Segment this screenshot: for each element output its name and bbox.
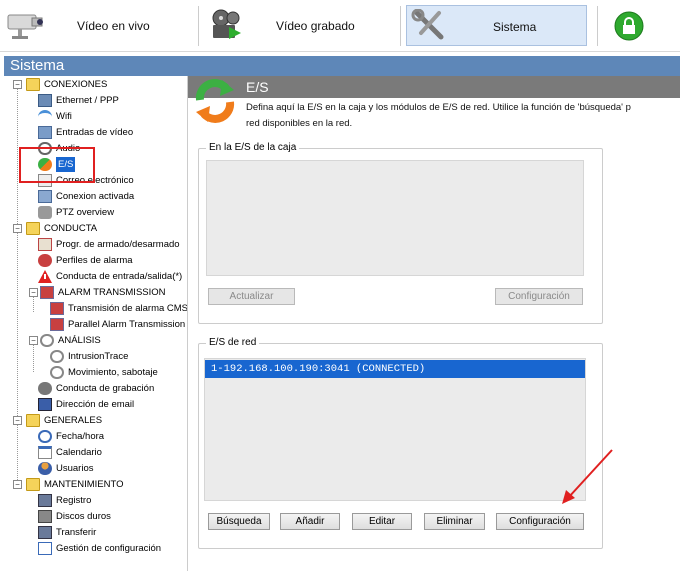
parallel-icon <box>50 318 64 331</box>
folder-icon <box>26 414 40 427</box>
edit-button[interactable]: Editar <box>352 513 412 530</box>
tree-label: Progr. de armado/desarmado <box>56 239 180 250</box>
analysis-icon <box>40 334 54 347</box>
tree-label: Calendario <box>56 447 102 458</box>
delete-button[interactable]: Eliminar <box>424 513 485 530</box>
tree-label: Usuarios <box>56 463 94 474</box>
tree-label: Wifi <box>56 111 72 122</box>
tree-label: Entradas de vídeo <box>56 127 134 138</box>
toolbar-divider <box>198 6 199 46</box>
annotation-arrow-icon <box>562 449 613 504</box>
tree-line <box>17 86 18 488</box>
tree-label: Movimiento, sabotaje <box>68 367 158 378</box>
tree-label: Transmisión de alarma CMS <box>68 303 188 314</box>
panel-description: Defina aquí la E/S en la caja y los módu… <box>246 100 680 132</box>
tree-label: CONDUCTA <box>44 223 98 234</box>
description-line: red disponibles en la red. <box>246 118 353 129</box>
config-icon <box>38 542 52 555</box>
tree-label: Transferir <box>56 527 97 538</box>
warning-icon <box>38 270 52 283</box>
panel-header: E/S <box>188 76 680 98</box>
wrench-icon <box>411 9 444 40</box>
tree-label: Parallel Alarm Transmission <box>68 319 186 330</box>
tree-label: Dirección de email <box>56 399 135 410</box>
tree-label: GENERALES <box>44 415 103 426</box>
collapse-toggle[interactable]: − <box>13 480 22 489</box>
log-icon <box>38 494 52 507</box>
tree-label: ALARM TRANSMISSION <box>58 287 166 298</box>
tree-label: Conducta de grabación <box>56 383 155 394</box>
description-line: Defina aquí la E/S en la caja y los módu… <box>246 102 631 113</box>
cms-icon <box>50 302 64 315</box>
transfer-icon <box>38 526 52 539</box>
collapse-toggle[interactable]: − <box>29 288 38 297</box>
toolbar-divider <box>597 6 598 46</box>
io-arrows-icon <box>195 79 235 123</box>
search-button[interactable]: Búsqueda <box>208 513 270 530</box>
section-title-bar: Sistema <box>4 56 680 76</box>
update-button[interactable]: Actualizar <box>208 288 295 305</box>
folder-icon <box>26 478 40 491</box>
folder-icon <box>26 78 40 91</box>
recorded-video-label: Vídeo grabado <box>276 19 355 33</box>
tree-label: CONEXIONES <box>44 79 108 90</box>
ptz-icon <box>38 206 52 219</box>
collapse-toggle[interactable]: − <box>13 80 22 89</box>
schedule-icon <box>38 238 52 251</box>
tree-label: PTZ overview <box>56 207 115 218</box>
tree-label: MANTENIMIENTO <box>44 479 124 490</box>
box-io-label: En la E/S de la caja <box>206 142 300 153</box>
panel-title: E/S <box>246 79 269 95</box>
folder-icon <box>26 222 40 235</box>
network-io-entry[interactable]: 1-192.168.100.190:3041 (CONNECTED) <box>205 360 585 378</box>
email-address-icon <box>38 398 52 411</box>
tree-label: Discos duros <box>56 511 111 522</box>
video-input-icon <box>38 126 52 139</box>
camera-icon <box>7 14 43 39</box>
network-io-list[interactable] <box>204 358 586 501</box>
film-reel-icon <box>212 9 241 39</box>
network-icon <box>38 94 52 107</box>
collapse-toggle[interactable]: − <box>13 224 22 233</box>
tree-label: Conducta de entrada/salida(*) <box>56 271 183 282</box>
system-button[interactable]: Sistema <box>406 5 587 46</box>
toolbar-divider <box>400 6 401 46</box>
section-title: Sistema <box>10 57 65 74</box>
intrusion-icon <box>50 350 64 363</box>
add-button[interactable]: Añadir <box>280 513 340 530</box>
highlight-box <box>19 147 95 183</box>
calendar-icon <box>38 446 52 459</box>
users-icon <box>38 462 52 475</box>
live-video-button[interactable]: Vídeo en vivo <box>4 5 194 46</box>
alarm-profile-icon <box>38 254 52 267</box>
lock-icon[interactable] <box>614 11 644 41</box>
alarm-transmission-icon <box>40 286 54 299</box>
wifi-icon <box>38 110 52 123</box>
disk-icon <box>38 510 52 523</box>
clock-icon <box>38 430 52 443</box>
tree-label: IntrusionTrace <box>68 351 129 362</box>
box-io-list[interactable] <box>206 160 584 276</box>
motion-icon <box>50 366 64 379</box>
tree-label: Gestión de configuración <box>56 543 162 554</box>
live-video-label: Vídeo en vivo <box>77 19 150 33</box>
tree-label: Registro <box>56 495 92 506</box>
recorded-video-button[interactable]: Vídeo grabado <box>207 5 397 46</box>
tree-label: Conexion activada <box>56 191 135 202</box>
box-config-button[interactable]: Configuración <box>495 288 583 305</box>
recording-icon <box>38 382 52 395</box>
connection-icon <box>38 190 52 203</box>
tree-label: Perfiles de alarma <box>56 255 133 266</box>
collapse-toggle[interactable]: − <box>29 336 38 345</box>
network-io-label: E/S de red <box>206 337 260 348</box>
tree-label: Ethernet / PPP <box>56 95 119 106</box>
tree-label: Fecha/hora <box>56 431 105 442</box>
tree-label: ANÁLISIS <box>58 335 101 346</box>
collapse-toggle[interactable]: − <box>13 416 22 425</box>
system-label: Sistema <box>493 20 537 34</box>
network-config-button[interactable]: Configuración <box>496 513 584 530</box>
top-toolbar: Vídeo en vivo Vídeo grabado Sistema <box>0 0 680 52</box>
